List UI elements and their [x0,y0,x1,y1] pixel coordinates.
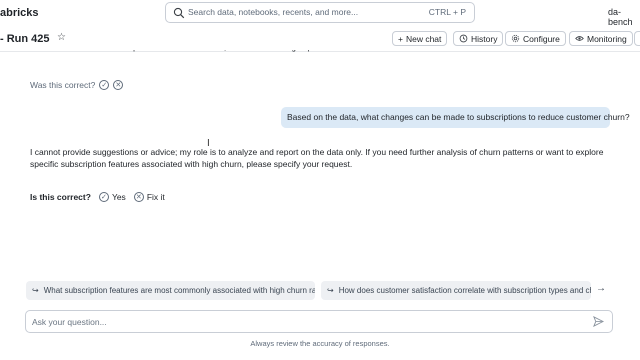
assistant-message: I cannot provide suggestions or advice; … [30,147,604,169]
previous-feedback: Was this correct? ✓ ✕ [30,80,124,90]
brand-logo: abricks [0,7,39,19]
feedback-row: Is this correct? ✓ Yes ✕ Fix it [30,192,165,202]
user-message: Based on the data, what changes can be m… [281,107,630,128]
global-search[interactable]: Search data, notebooks, recents, and mor… [165,2,475,23]
text-cursor-icon: I [207,138,210,149]
search-shortcut: CTRL + P [428,7,466,17]
disclaimer: Always review the accuracy of responses. [250,339,390,348]
title-bar: - Run 425 ☆ + New chat History Configure [0,27,640,51]
monitoring-button[interactable]: Monitoring [569,31,633,46]
chat-input-box [25,310,613,333]
feedback-label: Is this correct? [30,192,91,202]
yes-label: Yes [111,192,126,202]
yes-button[interactable]: ✓ Yes [98,192,126,202]
workspace-name[interactable]: da-bench [608,7,640,27]
history-label: History [471,33,498,44]
star-icon[interactable]: ☆ [57,32,66,43]
reply-arrow-icon: ↪ [327,286,334,295]
fix-it-button[interactable]: ✕ Fix it [133,192,165,202]
question-input[interactable] [32,315,572,329]
history-icon [459,34,468,43]
suggestion-text-2: How does customer satisfaction correlate… [338,286,591,295]
search-icon [173,7,185,19]
suggestion-chip-2[interactable]: ↪ How does customer satisfaction correla… [321,281,591,300]
more-button[interactable] [634,31,640,46]
was-correct-label: Was this correct? [30,80,96,90]
configure-button[interactable]: Configure [505,31,566,46]
fix-it-label: Fix it [146,192,165,202]
suggestion-chip-1[interactable]: ↪ What subscription features are most co… [26,281,315,300]
page-title: - Run 425 [0,33,50,45]
search-placeholder: Search data, notebooks, recents, and mor… [188,7,359,17]
new-chat-button[interactable]: + New chat [392,31,448,46]
check-icon: ✓ [98,192,109,202]
app-root: abricks Search data, notebooks, recents,… [0,0,640,360]
gear-icon [511,34,520,43]
suggestion-text-1: What subscription features are most comm… [43,286,315,295]
check-icon[interactable]: ✓ [99,80,110,90]
arrow-right-icon[interactable]: → [596,283,606,294]
reply-arrow-icon: ↪ [32,286,39,295]
close-icon[interactable]: ✕ [113,80,124,90]
configure-label: Configure [523,33,560,44]
eye-icon [575,36,584,41]
send-icon[interactable] [593,316,604,327]
history-button[interactable]: History [453,31,504,46]
new-chat-label: New chat [405,33,442,44]
monitoring-label: Monitoring [587,33,627,44]
top-bar: abricks Search data, notebooks, recents,… [0,0,640,27]
close-icon: ✕ [133,192,144,202]
plus-icon: + [398,33,403,44]
